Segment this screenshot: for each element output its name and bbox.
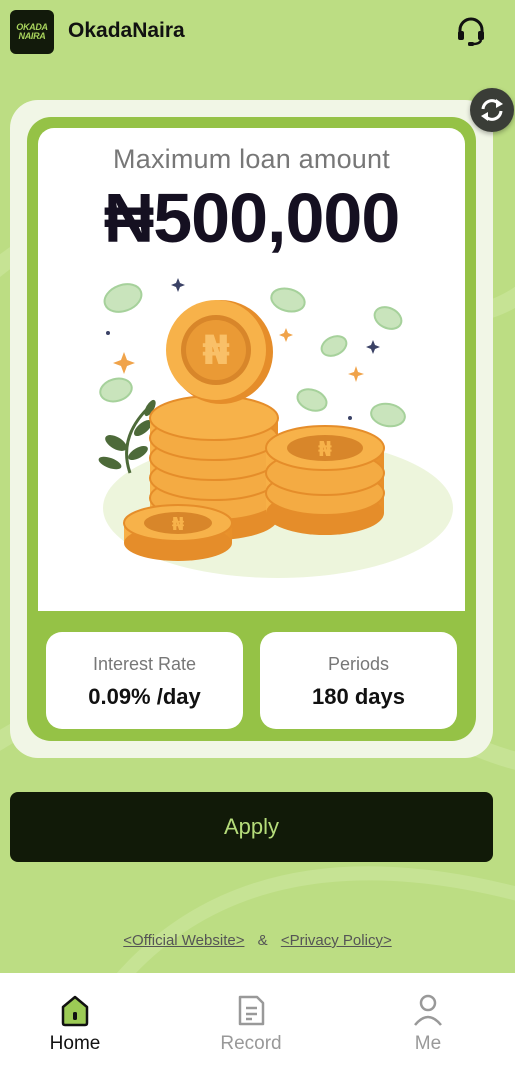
home-icon <box>61 995 89 1027</box>
interest-rate-box: Interest Rate 0.09% /day <box>46 632 243 729</box>
svg-text:₦: ₦ <box>172 514 185 535</box>
periods-value: 180 days <box>312 684 405 709</box>
max-loan-amount: ₦500,000 <box>103 179 401 257</box>
app-logo: OKADA NAIRA <box>10 10 54 54</box>
nav-label-record: Record <box>220 1033 282 1054</box>
refresh-button[interactable] <box>470 88 514 132</box>
nav-item-me[interactable]: Me <box>368 973 488 1080</box>
refresh-icon <box>481 99 503 121</box>
nav-label-home: Home <box>49 1033 101 1054</box>
privacy-policy-link[interactable]: <Privacy Policy> <box>281 932 392 949</box>
max-loan-label: Maximum loan amount <box>113 144 390 174</box>
svg-text:₦: ₦ <box>318 437 332 461</box>
nav-item-record[interactable]: Record <box>191 973 311 1080</box>
nav-item-home[interactable]: Home <box>15 973 135 1080</box>
links-separator: & <box>257 932 268 949</box>
headset-icon[interactable] <box>454 14 488 48</box>
person-icon <box>414 994 442 1026</box>
periods-label: Periods <box>327 654 390 674</box>
coins-illustration: ₦ ₦ ₦ <box>98 278 453 578</box>
loan-amount-panel: Maximum loan amount ₦500,000 ₦ ₦ ₦ <box>38 128 465 611</box>
app-header: OKADA NAIRA OkadaNaira <box>0 0 515 64</box>
interest-rate-label: Interest Rate <box>92 654 197 674</box>
document-icon <box>238 995 265 1026</box>
apply-button[interactable]: Apply <box>10 792 493 862</box>
svg-text:₦: ₦ <box>202 328 230 374</box>
footer-links: <Official Website> & <Privacy Policy> <box>0 932 515 949</box>
periods-box: Periods 180 days <box>260 632 457 729</box>
nav-label-me: Me <box>414 1033 442 1054</box>
official-website-link[interactable]: <Official Website> <box>123 932 244 949</box>
interest-rate-value: 0.09% /day <box>88 684 201 709</box>
app-name: OkadaNaira <box>68 19 185 42</box>
bottom-nav: Home Record Me <box>0 973 515 1080</box>
